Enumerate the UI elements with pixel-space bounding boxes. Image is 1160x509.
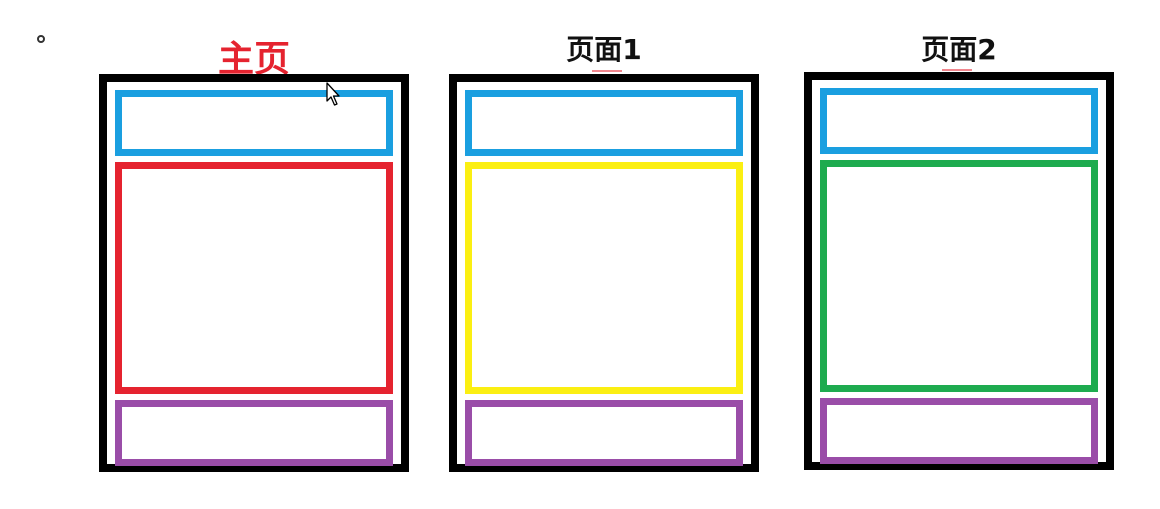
- page-header-region: [820, 88, 1098, 154]
- page-title-page2: 页面2: [921, 33, 997, 66]
- title-underline-mark: [592, 70, 622, 72]
- page-frame-page1: [449, 74, 759, 472]
- page-title-page1: 页面1: [566, 33, 642, 66]
- list-bullet-icon: [37, 35, 45, 43]
- page-frame-page2: [804, 72, 1114, 470]
- page-content-region: [820, 160, 1098, 392]
- page-footer-region: [465, 400, 743, 466]
- mouse-pointer-icon: [326, 82, 340, 106]
- page-content-region: [115, 162, 393, 394]
- page-content-region: [465, 162, 743, 394]
- page-footer-region: [115, 400, 393, 466]
- page-frame-main: [99, 74, 409, 472]
- page-header-region: [465, 90, 743, 156]
- page-header-region: [115, 90, 393, 156]
- title-underline-mark: [942, 69, 972, 71]
- page-footer-region: [820, 398, 1098, 464]
